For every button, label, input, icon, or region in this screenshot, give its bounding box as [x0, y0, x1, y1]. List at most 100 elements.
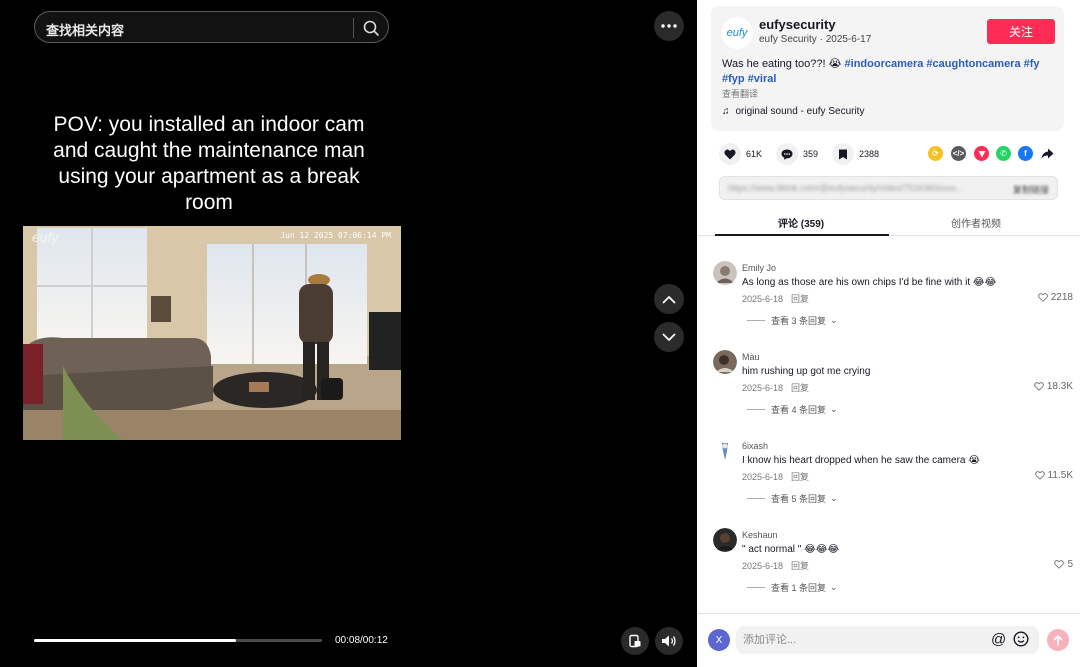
previous-video-button[interactable] [654, 284, 684, 314]
search-bar[interactable]: 查找相关内容 [34, 11, 389, 43]
chevron-down-icon [662, 333, 676, 341]
floating-window-icon [629, 634, 641, 648]
comment-like-button[interactable]: 18.3K [1034, 381, 1073, 392]
video-info-card: eufy eufysecurity eufy Security · 2025-6… [711, 6, 1064, 131]
chevron-down-icon: ⌄ [830, 315, 838, 325]
comment-username[interactable]: Keshaun [742, 530, 778, 540]
author-avatar[interactable]: eufy [721, 17, 753, 49]
comment-text: " act normal " 😂😂😂 [742, 544, 840, 555]
view-replies-button[interactable]: 查看 5 条回复 ⌄ [747, 492, 838, 505]
floating-player-button[interactable] [621, 627, 649, 655]
active-tab-indicator [715, 234, 889, 236]
reply-button[interactable]: 回复 [791, 383, 809, 393]
comment-bubble-icon [776, 143, 798, 165]
reply-button[interactable]: 回复 [791, 294, 809, 304]
avatar[interactable] [713, 439, 737, 463]
save-button[interactable]: 2388 [832, 142, 879, 166]
comment-date: 2025-6-18 [742, 472, 784, 482]
embed-icon[interactable]: </> [951, 146, 966, 161]
comment-like-count: 2218 [1050, 292, 1073, 303]
avatar[interactable] [713, 261, 737, 285]
follow-button[interactable]: 关注 [987, 19, 1055, 44]
comment-count: 359 [803, 149, 819, 159]
volume-button[interactable] [655, 627, 683, 655]
comment-item: Emily Jo As long as those are his own ch… [713, 261, 1073, 341]
comment-like-count: 5 [1067, 559, 1073, 570]
comment-username[interactable]: Màu [742, 352, 760, 362]
author-username[interactable]: eufysecurity [759, 17, 836, 32]
view-replies-button[interactable]: 查看 1 条回复 ⌄ [747, 581, 838, 594]
view-replies-label: 查看 5 条回复 [771, 494, 827, 504]
description-text: Was he eating too??! 😭 [722, 58, 845, 70]
facebook-icon[interactable]: f [1018, 146, 1033, 161]
like-count: 61K [746, 149, 763, 159]
mention-icon[interactable]: @ [991, 631, 1006, 648]
search-input[interactable]: 查找相关内容 [46, 20, 124, 39]
comment-meta: 2025-6-18 回复 [742, 381, 809, 394]
comment-like-button[interactable]: 2218 [1037, 292, 1073, 303]
comment-composer: X @ [697, 613, 1080, 667]
save-count: 2388 [859, 149, 880, 159]
like-button[interactable]: 61K [719, 142, 762, 166]
next-video-button[interactable] [654, 322, 684, 352]
comment-like-count: 18.3K [1046, 381, 1073, 392]
music-note-icon: ♫ [722, 106, 730, 117]
engagement-bar: 61K 359 2388 ⟳ </> ✆ f [719, 142, 1059, 166]
tab-comments[interactable]: 评论 (359) [778, 215, 824, 230]
avatar[interactable] [713, 350, 737, 374]
comment-like-count: 11.5K [1047, 470, 1073, 481]
comment-like-button[interactable]: 5 [1054, 559, 1073, 570]
tab-creator-videos[interactable]: 创作者视频 [951, 215, 1001, 230]
sound-link[interactable]: ♫ original sound - eufy Security [722, 106, 870, 117]
current-user-avatar[interactable]: X [708, 629, 730, 651]
comment-like-button[interactable]: 11.5K [1034, 470, 1073, 481]
camera-scene-image [23, 226, 401, 440]
arrow-up-icon [1053, 634, 1063, 646]
copy-link-button[interactable]: 复制链接 [1013, 183, 1049, 196]
comment-date: 2025-6-18 [742, 294, 784, 304]
comment-meta: 2025-6-18 回复 [742, 559, 809, 572]
reply-button[interactable]: 回复 [791, 472, 809, 482]
comment-date: 2025-6-18 [742, 383, 784, 393]
video-description: Was he eating too??! 😭 #indoorcamera #ca… [722, 57, 1062, 87]
more-options-button[interactable] [654, 11, 684, 41]
comment-button[interactable]: 359 [776, 142, 818, 166]
translate-link[interactable]: 查看翻译 [722, 87, 758, 100]
progress-bar[interactable] [34, 639, 322, 642]
more-icon [661, 24, 677, 28]
search-icon [363, 20, 379, 36]
video-frame: eufy Jun 12 2025 07:06:14 PM [23, 226, 401, 440]
view-replies-label: 查看 1 条回复 [771, 583, 827, 593]
share-arrow-icon[interactable] [1040, 146, 1055, 161]
camera-timestamp: Jun 12 2025 07:06:14 PM [280, 231, 391, 240]
search-button[interactable] [361, 18, 381, 38]
comment-username[interactable]: 6ixash [742, 441, 768, 451]
chevron-down-icon: ⌄ [830, 493, 838, 503]
comment-meta: 2025-6-18 回复 [742, 470, 809, 483]
repost-icon[interactable]: ⟳ [928, 146, 943, 161]
comment-item: Keshaun " act normal " 😂😂😂 2025-6-18 回复 5… [713, 528, 1073, 608]
whatsapp-icon[interactable]: ✆ [996, 146, 1011, 161]
view-replies-button[interactable]: 查看 3 条回复 ⌄ [747, 314, 838, 327]
post-comment-button[interactable] [1047, 629, 1069, 651]
video-link-box[interactable]: https://www.tiktok.com/@eufysecurity/vid… [719, 176, 1058, 200]
reply-button[interactable]: 回复 [791, 561, 809, 571]
comment-text: him rushing up got me crying [742, 366, 871, 377]
avatar[interactable] [713, 528, 737, 552]
sound-name: original sound - eufy Security [735, 106, 865, 117]
volume-icon [662, 635, 676, 647]
comment-username[interactable]: Emily Jo [742, 263, 776, 273]
heart-outline-icon [1054, 560, 1065, 569]
comment-item: Màu him rushing up got me crying 2025-6-… [713, 350, 1073, 430]
view-replies-button[interactable]: 查看 4 条回复 ⌄ [747, 403, 838, 416]
video-player[interactable]: 查找相关内容 POV: you installed an indoor cam … [0, 0, 697, 667]
emoji-icon[interactable] [1013, 631, 1029, 647]
send-icon[interactable] [974, 146, 989, 161]
heart-outline-icon [1034, 382, 1044, 391]
video-caption: POV: you installed an indoor cam and cau… [53, 113, 365, 214]
progress-fill [34, 639, 236, 642]
view-replies-label: 查看 3 条回复 [771, 316, 827, 326]
comment-meta: 2025-6-18 回复 [742, 292, 809, 305]
chevron-down-icon: ⌄ [830, 582, 838, 592]
heart-icon [719, 143, 741, 165]
